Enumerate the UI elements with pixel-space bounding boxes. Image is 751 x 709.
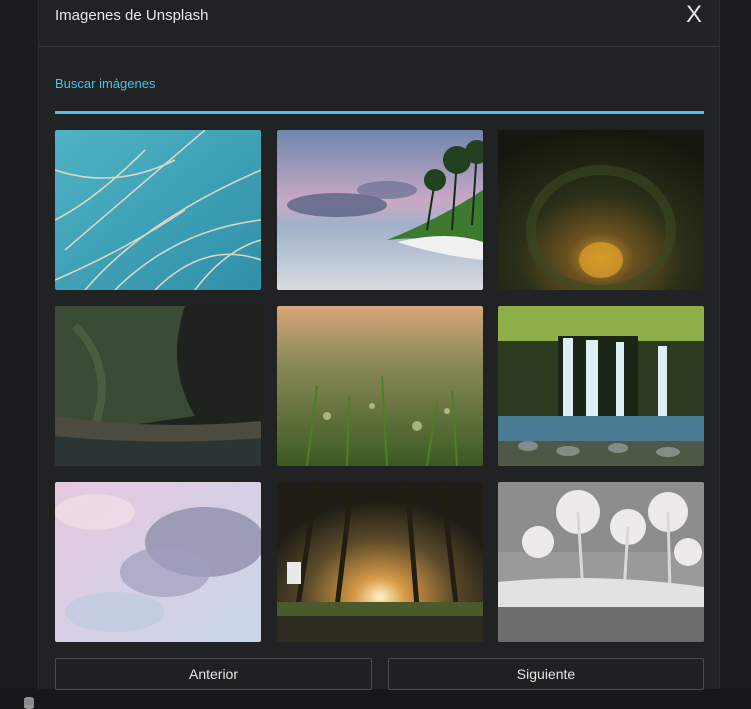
background-status-bar: [0, 688, 751, 709]
pink-clouds-image[interactable]: [55, 482, 261, 642]
grass-sky-image[interactable]: [55, 130, 261, 290]
search-input[interactable]: [55, 56, 704, 111]
cave-stream-image[interactable]: [55, 306, 261, 466]
database-icon: [24, 697, 34, 709]
next-button[interactable]: Siguiente: [388, 658, 704, 690]
beach-palms-image[interactable]: [277, 130, 483, 290]
unsplash-dialog: Imagenes de Unsplash X: [38, 0, 720, 689]
waterfall-image[interactable]: [498, 306, 704, 466]
search-field: [55, 56, 704, 114]
grass-bokeh-image[interactable]: [277, 306, 483, 466]
previous-button[interactable]: Anterior: [55, 658, 372, 690]
close-button[interactable]: X: [683, 2, 705, 28]
infrared-palms-image[interactable]: [498, 482, 704, 642]
dialog-header: Imagenes de Unsplash X: [39, 0, 719, 47]
dialog-title: Imagenes de Unsplash: [55, 7, 209, 24]
search-underline: [55, 111, 704, 114]
forest-road-image[interactable]: [277, 482, 483, 642]
tree-tunnel-image[interactable]: [498, 130, 704, 290]
